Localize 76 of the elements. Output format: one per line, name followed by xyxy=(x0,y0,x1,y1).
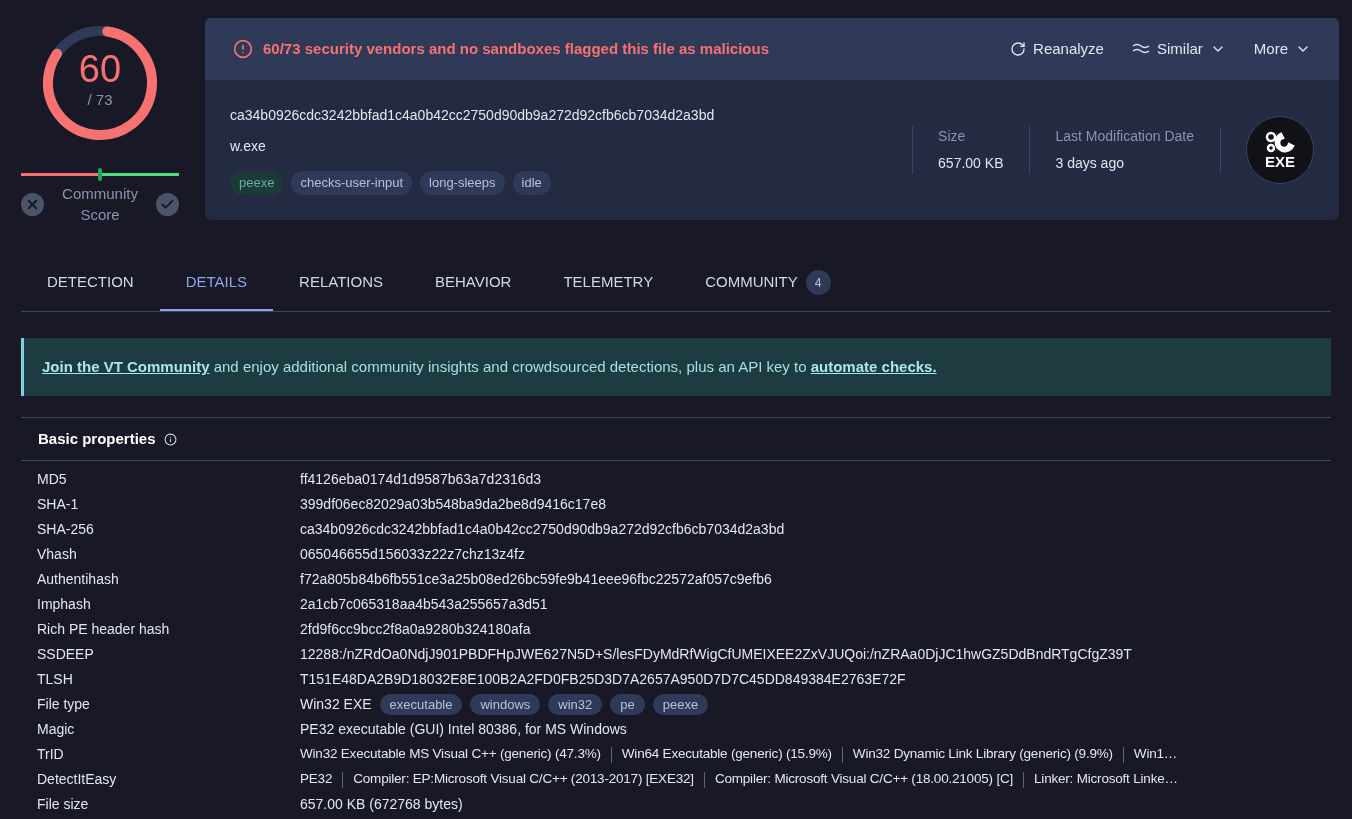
property-value: PE32 xyxy=(300,770,333,789)
gears-icon xyxy=(1263,130,1297,154)
property-label: Vhash xyxy=(37,545,78,564)
property-label: DetectItEasy xyxy=(37,770,118,789)
property-label: MD5 xyxy=(37,470,68,489)
meta-label: Size xyxy=(938,127,967,146)
tag[interactable]: peexe xyxy=(652,693,709,716)
count-badge: 4 xyxy=(805,270,831,295)
downvote-button[interactable] xyxy=(21,192,44,216)
action-button[interactable]: Similar xyxy=(1131,37,1226,61)
tab[interactable]: DETECTION xyxy=(21,256,160,311)
property-value: 399df06ec82029a03b548ba9da2be8d9416c17e8 xyxy=(300,495,606,514)
tag[interactable]: peexe xyxy=(230,171,284,195)
property-value: ca34b0926cdc3242bbfad1c4a0b42cc2750d90db9a272d92cfb6cb7034d2a3bd xyxy=(300,520,785,539)
tag[interactable]: executable xyxy=(379,693,463,716)
property-value: 2fd9f6cc9bcc2f8a0a9280b324180afa xyxy=(300,620,531,639)
tag[interactable]: idle xyxy=(512,171,551,195)
property-value: 657.00 KB (672768 bytes) xyxy=(300,795,463,814)
property-value: Win32 Executable MS Visual C++ (generic) (47.3%) xyxy=(300,745,601,764)
property-value: Win32 EXE xyxy=(300,695,372,714)
tag[interactable]: windows xyxy=(470,693,541,716)
property-label: Authentihash xyxy=(37,570,120,589)
action-button[interactable]: Reanalyze xyxy=(1010,37,1104,61)
tag[interactable]: checks-user-input xyxy=(291,171,413,195)
file-name: w.exe xyxy=(230,137,267,157)
upvote-button[interactable] xyxy=(156,192,179,216)
banner-link[interactable]: Join the VT Community xyxy=(42,355,210,379)
property-value: Win32 Dynamic Link Library (generic) (9.9%) xyxy=(852,745,1113,764)
property-value: Linker: Microsoft Linke… xyxy=(1034,770,1178,789)
meta-value: 3 days ago xyxy=(1055,154,1125,173)
property-value: PE32 executable (GUI) Intel 80386, for MS Windows xyxy=(300,720,627,739)
property-label: SHA-1 xyxy=(37,495,80,514)
file-hash: ca34b0926cdc3242bbfad1c4a0b42cc2750d90db9a272d92cfb6cb7034d2a3bd xyxy=(230,106,716,126)
alert-message: 60/73 security vendors and no sandboxes flagged this file as malicious xyxy=(263,38,769,59)
file-type-label: EXE xyxy=(1265,154,1295,170)
tab[interactable]: COMMUNITY 4 xyxy=(679,256,857,311)
property-value: f72a805b84b6fb551ce3a25b08ed26bc59fe9b41eee96fbc22572af057c9efb6 xyxy=(300,570,772,589)
info-icon xyxy=(163,432,177,446)
property-value: Win64 Executable (generic) (15.9%) xyxy=(621,745,832,764)
tab[interactable]: BEHAVIOR xyxy=(409,256,538,311)
tag[interactable]: long-sleeps xyxy=(420,171,505,195)
property-label: File type xyxy=(37,695,91,714)
property-value: 12288:/nZRdOa0NdjJ901PBDFHpJWE627N5D+S/lesFDyMdRfWigCfUMEIXEE2ZxVJUQoi:/nZRAa0DjJC1hwGZ5DdBndRTgCfgZ39T xyxy=(300,645,1132,664)
property-label: Imphash xyxy=(37,595,92,614)
community-score-label: Community Score xyxy=(61,184,139,225)
property-value: Compiler: EP:Microsoft Visual C/C++ (2013-2017) [EXE32] xyxy=(353,770,694,789)
tag[interactable]: pe xyxy=(610,693,645,716)
section-title: Basic properties xyxy=(38,428,156,449)
reload-icon xyxy=(1010,41,1027,57)
property-value: 065046655d156033z22z7chz13z4fz xyxy=(300,545,525,564)
tab[interactable]: DETAILS xyxy=(159,256,274,311)
property-value: 2a1cb7c065318aa4b543a255657a3d51 xyxy=(300,595,548,614)
tab[interactable]: RELATIONS xyxy=(273,256,409,311)
action-button[interactable]: More xyxy=(1253,37,1311,61)
meta-value: 657.00 KB xyxy=(938,154,1004,173)
banner-link[interactable]: automate checks. xyxy=(810,355,937,379)
property-label: TLSH xyxy=(37,670,74,689)
property-label: File size xyxy=(37,795,90,814)
score-total: / 73 xyxy=(87,89,113,110)
banner-text: and enjoy additional community insights and crowdsourced detections, plus an API key to xyxy=(212,356,808,377)
property-label: Rich PE header hash xyxy=(37,620,171,639)
tag[interactable]: win32 xyxy=(548,693,603,716)
property-label: SSDEEP xyxy=(37,645,95,664)
wave-icon xyxy=(1131,43,1150,55)
property-value: Win1… xyxy=(1133,745,1178,764)
detection-score: 60 xyxy=(78,48,122,89)
meta-label: Last Modification Date xyxy=(1055,127,1194,146)
property-value: T151E48DA2B9D18032E8E100B2A2FD0FB25D3D7A2657A950D7D7C45DD849384E2763E72F xyxy=(300,670,906,689)
alert-icon xyxy=(233,39,253,59)
property-value: Compiler: Microsoft Visual C/C++ (18.00.21005) [C] xyxy=(714,770,1014,789)
tab[interactable]: TELEMETRY xyxy=(537,256,680,311)
community-score-thumb xyxy=(98,168,102,181)
property-label: SHA-256 xyxy=(37,520,95,539)
property-value: ff4126eba0174d1d9587b63a7d2316d3 xyxy=(300,470,542,489)
property-label: Magic xyxy=(37,720,76,739)
property-label: TrID xyxy=(37,745,65,764)
